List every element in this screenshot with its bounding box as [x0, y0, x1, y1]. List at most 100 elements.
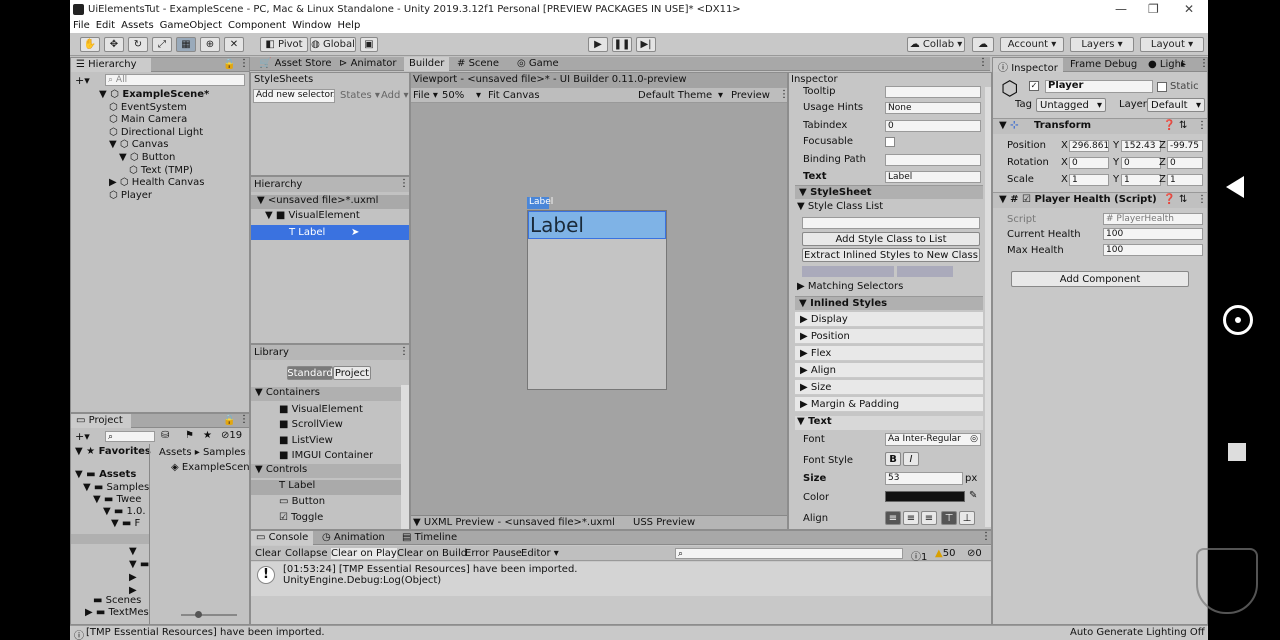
filter-label-icon[interactable]: ⚑ — [185, 430, 194, 441]
library-item-scrollview[interactable]: ■ ScrollView — [279, 419, 343, 430]
filter-type-icon[interactable]: ⛁ — [161, 430, 169, 441]
focusable-checkbox[interactable] — [885, 137, 895, 147]
layout-dropdown[interactable]: Layout ▾ — [1140, 37, 1204, 52]
help-icon[interactable]: ❓ — [1163, 194, 1175, 205]
step-button[interactable]: ▶| — [636, 37, 656, 52]
hierarchy-item[interactable]: ⬡ Directional Light — [109, 127, 203, 138]
layer-dropdown[interactable]: Default ▾ — [1147, 98, 1205, 112]
console-clear-on-play-button[interactable]: Clear on Play — [331, 548, 397, 559]
menu-component[interactable]: Component — [228, 20, 286, 31]
custom-tool-icon[interactable]: ✕ — [224, 37, 244, 52]
transform-scale-z-input[interactable]: 1 — [1167, 174, 1203, 186]
lock-icon[interactable]: 🔒 — [223, 415, 235, 426]
selected-folder-row[interactable] — [71, 534, 149, 544]
tab-inspector[interactable]: ⓘ Inspector — [993, 58, 1063, 74]
transform-tool-icon[interactable]: ⊕ — [200, 37, 220, 52]
transform-rotation-z-input[interactable]: 0 — [1167, 157, 1203, 169]
align-middle-icon[interactable]: ⊥ — [959, 511, 975, 525]
tab-console[interactable]: ▭ Console — [251, 531, 314, 545]
tab-project[interactable]: ▭ Project — [71, 414, 131, 428]
attr-field-usage-hints[interactable]: None — [885, 102, 981, 114]
tab-game[interactable]: ◎ Game — [512, 57, 564, 71]
menu-edit[interactable]: Edit — [96, 20, 115, 31]
zoom-dropdown[interactable]: 50% ▾ — [442, 90, 482, 101]
help-icon[interactable]: ❓ — [1163, 120, 1175, 131]
uss-preview-header[interactable]: USS Preview — [633, 517, 695, 528]
visualelement-row[interactable]: ▼ ■ VisualElement — [265, 210, 360, 221]
example-scene-asset[interactable]: ◈ ExampleScene — [171, 462, 249, 473]
attr-field-binding-path[interactable] — [885, 154, 981, 166]
icon-size-slider[interactable] — [181, 614, 237, 616]
console-error-pause-button[interactable]: Error Pause — [465, 548, 522, 559]
transform-title[interactable]: ▼ ⊹ Transform — [999, 120, 1091, 131]
textmesh-folder[interactable]: ▶ ▬ TextMes — [85, 607, 149, 618]
text-style-section[interactable]: ▼ Text — [795, 416, 983, 430]
menu-help[interactable]: Help — [338, 20, 361, 31]
scale-tool-icon[interactable]: ⤢ — [152, 37, 172, 52]
favorite-star-icon[interactable]: ★ — [203, 430, 212, 441]
attr-field-tabindex[interactable]: 0 — [885, 120, 981, 132]
assets-folder[interactable]: ▼ ▬ Assets — [75, 469, 136, 480]
console-clear-button[interactable]: Clear — [255, 548, 281, 559]
tab-asset-store[interactable]: 🛒 Asset Store — [254, 57, 337, 71]
uxml-preview-header[interactable]: ▼ UXML Preview - <unsaved file>*.uxml — [413, 517, 615, 528]
hand-tool-icon[interactable]: ✋ — [80, 37, 100, 52]
panel-menu-icon[interactable]: ⋮ — [779, 89, 787, 100]
project-search-input[interactable]: ⌕ — [105, 431, 155, 442]
transform-rotation-y-input[interactable]: 0 — [1121, 157, 1161, 169]
label-row-selected[interactable]: T Label ➤ — [251, 225, 409, 240]
account-dropdown[interactable]: Account ▾ — [1000, 37, 1064, 52]
library-tab-project[interactable]: Project — [333, 366, 371, 380]
size-unit[interactable]: px — [965, 473, 977, 484]
style-section-margin-padding[interactable]: ▶ Margin & Padding — [795, 397, 983, 412]
console-search-input[interactable]: ⌕ — [675, 548, 903, 559]
favorites-folder[interactable]: ▼ ★ Favorites — [75, 446, 151, 457]
cloud-button[interactable]: ☁ — [972, 37, 994, 52]
tab-animation[interactable]: ◷ Animation — [317, 531, 390, 545]
console-info-count[interactable]: ⓘ1 — [911, 548, 927, 563]
canvas-label-element[interactable]: Label — [528, 211, 666, 239]
console-warning-count[interactable]: ▲50 — [935, 548, 955, 559]
version-folder[interactable]: ▼ ▬ 1.0. — [103, 506, 149, 517]
samples-folder[interactable]: ▼ ▬ Samples — [83, 482, 149, 493]
align-top-icon[interactable]: ⊤ — [941, 511, 957, 525]
tab-scene[interactable]: # Scene — [452, 57, 504, 71]
menu-assets[interactable]: Assets — [121, 20, 154, 31]
transform-position-z-input[interactable]: -99.75 — [1167, 140, 1203, 152]
script-component-title[interactable]: ▼ # ☑ Player Health (Script) — [999, 194, 1157, 205]
slider-thumb[interactable] — [195, 611, 202, 618]
italic-toggle[interactable]: I — [903, 452, 919, 466]
library-item-label[interactable]: T Label — [251, 480, 401, 495]
project-splitter[interactable] — [149, 444, 150, 624]
transform-position-y-input[interactable]: 152.43 — [1121, 140, 1161, 152]
hierarchy-item[interactable]: ⬡ Main Camera — [109, 114, 187, 125]
console-collapse-button[interactable]: Collapse — [285, 548, 328, 559]
eyedropper-icon[interactable]: ✎ — [969, 490, 977, 501]
containers-group[interactable]: ▼ Containers — [251, 387, 401, 401]
panel-menu-icon[interactable]: ⋮ — [239, 58, 249, 69]
console-error-count[interactable]: ⊘0 — [967, 548, 982, 559]
align-left-icon[interactable]: ≡ — [885, 511, 901, 525]
viewport-file-menu[interactable]: File ▾ — [413, 90, 438, 101]
object-name-input[interactable]: Player — [1045, 80, 1153, 93]
hierarchy-item[interactable]: ⬡ EventSystem — [109, 102, 187, 113]
panel-menu-icon[interactable]: ⋮ — [399, 178, 409, 189]
inlined-styles-section[interactable]: ▼ Inlined Styles — [795, 296, 983, 310]
active-checkbox[interactable]: ✓ — [1029, 81, 1039, 91]
component-menu-icon[interactable]: ⋮ — [1197, 120, 1207, 131]
panel-menu-icon[interactable]: ⋮ — [978, 57, 988, 68]
object-picker-icon[interactable]: ◎ — [970, 434, 978, 444]
folder-collapsed[interactable]: ▶ — [129, 572, 137, 583]
panel-menu-icon[interactable]: ⋮ — [239, 414, 249, 425]
font-size-input[interactable]: 53 — [885, 472, 963, 485]
add-selector-input[interactable]: Add new selector... — [253, 89, 335, 103]
style-section-position[interactable]: ▶ Position — [795, 329, 983, 344]
menu-gameobject[interactable]: GameObject — [160, 20, 222, 31]
library-tab-standard[interactable]: Standard — [287, 366, 333, 380]
transform-scale-y-input[interactable]: 1 — [1121, 174, 1161, 186]
preview-toggle[interactable]: Preview — [731, 90, 770, 101]
uxml-file-row[interactable]: ▼ <unsaved file>*.uxml — [251, 195, 409, 209]
hierarchy-item[interactable]: ⬡ Text (TMP) — [129, 165, 193, 176]
library-item-toggle[interactable]: ☑ Toggle — [279, 512, 323, 523]
panel-menu-icon[interactable]: ⋮ — [1199, 58, 1207, 69]
